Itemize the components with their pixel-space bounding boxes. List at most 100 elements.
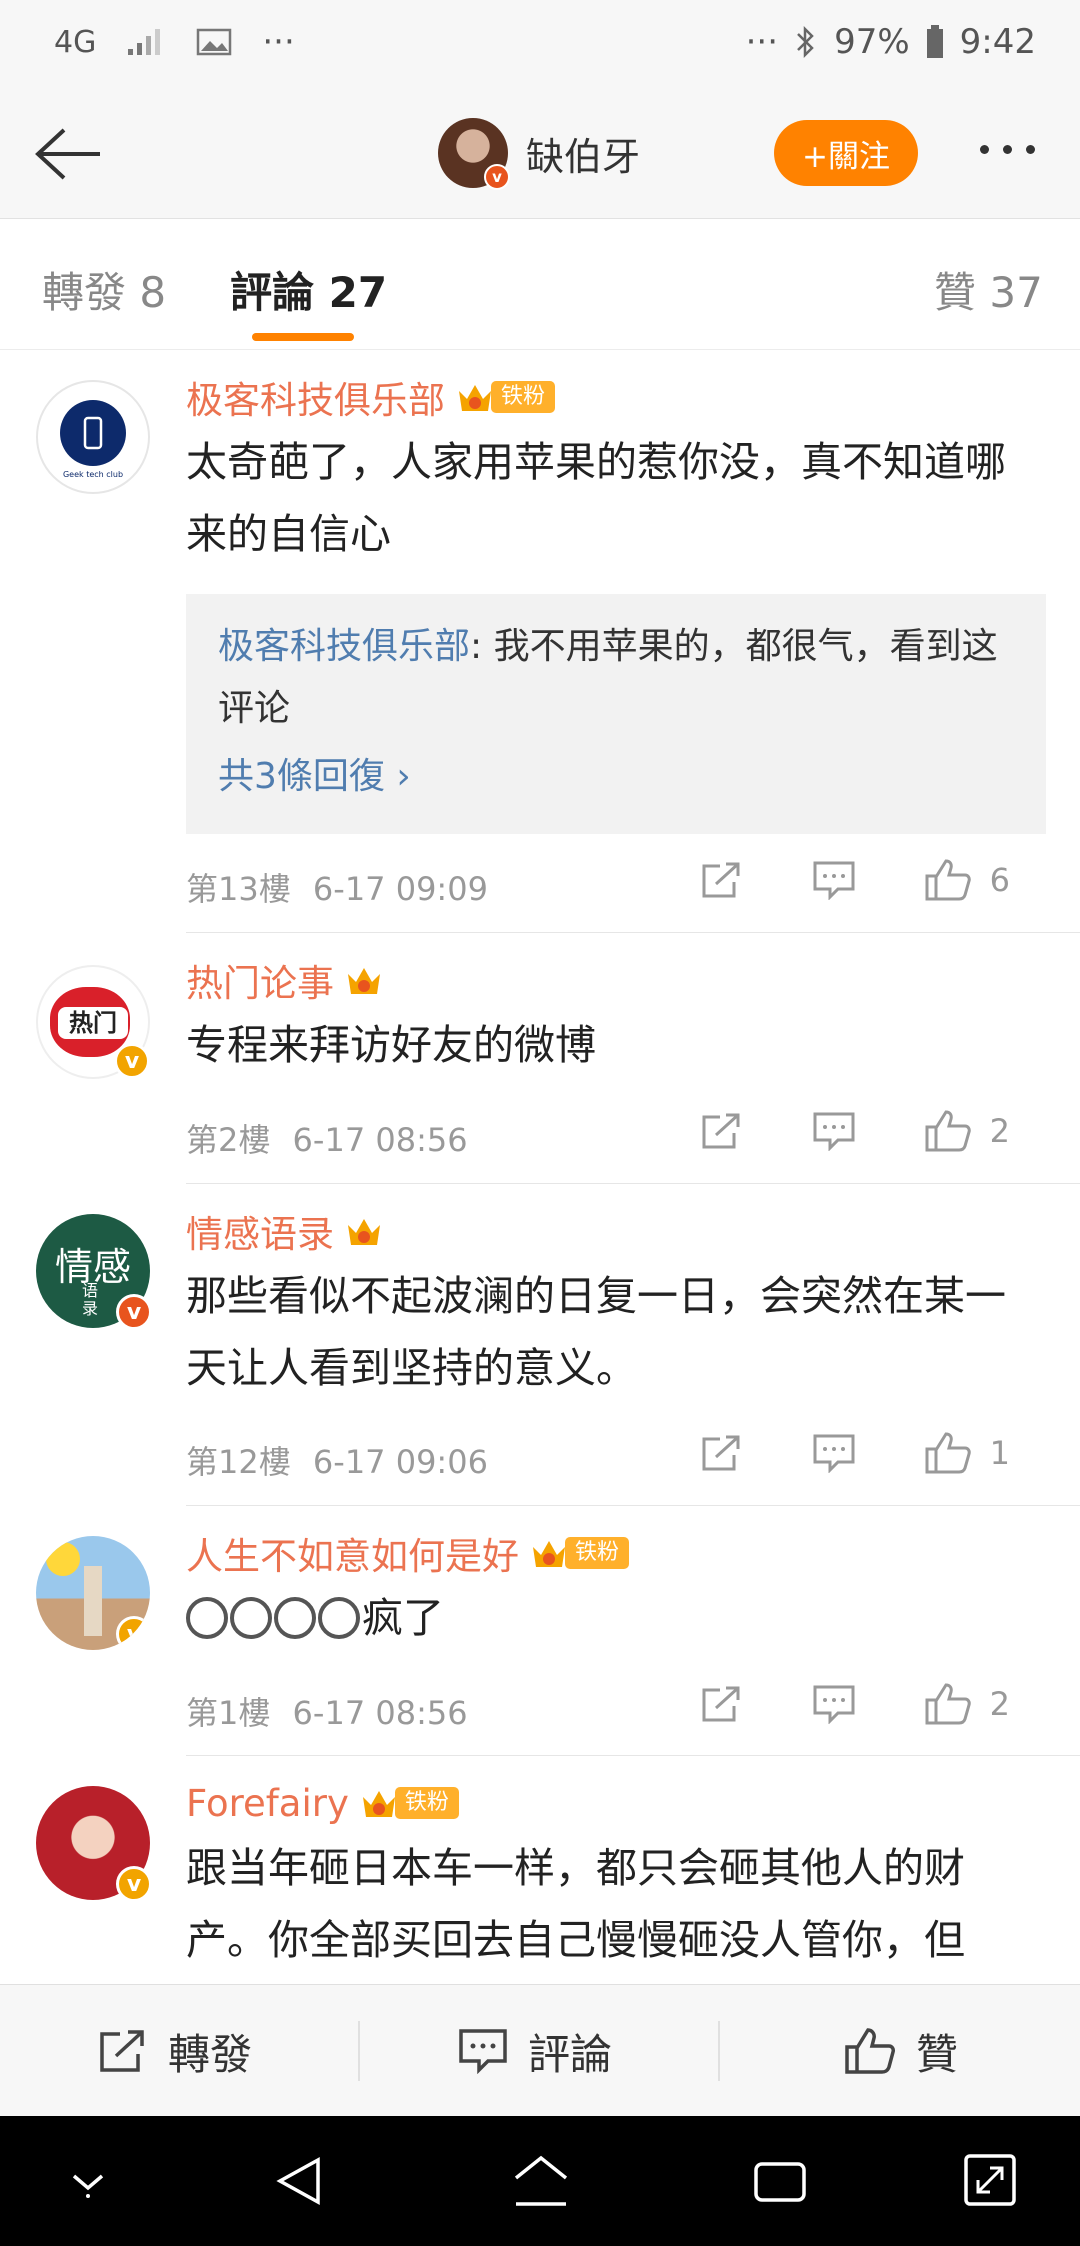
like-button[interactable]: 贊 <box>844 1985 958 2117</box>
battery-percent: 97% <box>834 22 910 62</box>
reply-author[interactable]: 极客科技俱乐部 <box>218 626 470 667</box>
comment-meta: 第12樓 6-17 09:06 1 <box>186 1432 1046 1481</box>
divider <box>186 1183 1080 1184</box>
avatar-caption: Geek tech club <box>62 470 124 479</box>
panda-emoji-icon <box>318 1597 360 1639</box>
commenter-name[interactable]: 人生不如意如何是好 <box>186 1526 519 1580</box>
comment-time: 6-17 09:09 <box>312 870 488 908</box>
tab-comments[interactable]: 評論 27 <box>230 259 387 320</box>
comment-text: 太奇葩了，人家用苹果的惹你没，真不知道哪来的自信心 <box>186 438 1006 558</box>
home-icon[interactable] <box>510 2152 572 2208</box>
floor-number: 第1樓 <box>186 1694 271 1732</box>
verified-badge-icon: v <box>484 164 510 190</box>
comment-button[interactable]: 評論 <box>458 1985 612 2117</box>
verified-badge-icon: v <box>114 1043 150 1079</box>
crown-icon <box>344 960 384 1000</box>
fan-badge: 铁粉 <box>565 1537 630 1569</box>
bottom-action-bar: 轉發 評論 贊 <box>0 1984 1080 2117</box>
share-icon[interactable] <box>700 1111 744 1151</box>
comment-icon[interactable] <box>812 1684 856 1724</box>
commenter-avatar[interactable]: 热门 v <box>36 965 150 1079</box>
repost-label: 轉發 <box>168 2029 253 2079</box>
crown-icon <box>455 377 495 417</box>
share-icon[interactable] <box>700 860 744 900</box>
reply-box[interactable]: 极客科技俱乐部: 我不用苹果的，都很气，看到这评论 共3條回復 › <box>186 594 1046 834</box>
author-name: 缺伯牙 <box>526 134 641 179</box>
author-header[interactable]: v 缺伯牙 <box>438 118 641 190</box>
clock: 9:42 <box>959 22 1036 62</box>
phone-icon <box>83 416 103 450</box>
floor-number: 第12樓 <box>186 1443 291 1481</box>
comment-item[interactable]: v Forefairy 铁粉 跟当年砸日本车一样，都只会砸其他人的财产。你全部买… <box>0 1756 1080 1984</box>
comment-text-suffix: 疯了 <box>362 1594 444 1642</box>
signal-icon <box>128 29 161 55</box>
commenter-avatar[interactable]: 情感 语录 v <box>36 1214 152 1330</box>
fan-badge: 铁粉 <box>394 1787 459 1819</box>
floor-number: 第2樓 <box>186 1121 271 1159</box>
thumbs-up-icon <box>845 2028 895 2074</box>
view-replies-link[interactable]: 共3條回復 › <box>218 746 1014 808</box>
thumbs-up-icon <box>925 1110 971 1152</box>
tab-reposts[interactable]: 轉發 8 <box>42 259 166 320</box>
verified-badge-icon: v <box>116 1866 152 1902</box>
panda-emoji-icon <box>186 1597 228 1639</box>
system-nav-bar <box>0 2116 1080 2246</box>
comment-time: 6-17 08:56 <box>292 1694 468 1732</box>
like-count: 2 <box>989 1685 1010 1723</box>
comment-icon[interactable] <box>812 1433 856 1473</box>
comment-meta: 第13樓 6-17 09:09 6 <box>186 859 1046 908</box>
divider <box>358 2021 360 2081</box>
recent-apps-icon[interactable] <box>752 2160 808 2204</box>
back-triangle-icon[interactable] <box>272 2154 326 2208</box>
divider <box>718 2021 720 2081</box>
thumbs-up-icon <box>925 1683 971 1725</box>
like-button[interactable]: 6 <box>924 858 1010 902</box>
network-indicator: 4G <box>54 24 97 60</box>
share-icon <box>100 2030 144 2072</box>
comment-icon[interactable] <box>812 1111 856 1151</box>
expand-icon[interactable] <box>962 2152 1018 2208</box>
avatar-subcaption: 语录 <box>82 1281 99 1318</box>
comment-time: 6-17 09:06 <box>312 1443 488 1481</box>
commenter-name[interactable]: Forefairy <box>186 1782 349 1825</box>
thumbs-up-icon <box>925 1432 971 1474</box>
commenter-avatar[interactable]: Geek tech club <box>36 380 150 494</box>
like-label: 贊 <box>916 2029 959 2079</box>
like-button[interactable]: 2 <box>924 1109 1010 1153</box>
commenter-name[interactable]: 热门论事 <box>186 953 334 1007</box>
author-avatar[interactable]: v <box>438 118 510 190</box>
more-options-icon[interactable] <box>980 134 1050 164</box>
tab-likes[interactable]: 贊 37 <box>934 259 1043 320</box>
follow-button[interactable]: +關注 <box>774 120 918 186</box>
battery-icon <box>926 25 943 58</box>
back-arrow-icon[interactable] <box>28 118 104 190</box>
fan-badge: 铁粉 <box>491 381 556 413</box>
panda-emoji-icon <box>230 1597 272 1639</box>
like-count: 6 <box>989 861 1010 899</box>
commenter-avatar[interactable]: v <box>36 1786 152 1902</box>
verified-badge-icon: v <box>116 1616 150 1650</box>
share-icon[interactable] <box>700 1433 744 1473</box>
crown-icon <box>359 1783 399 1823</box>
like-button[interactable]: 2 <box>924 1682 1010 1726</box>
commenter-name[interactable]: 情感语录 <box>186 1204 334 1258</box>
divider <box>186 1505 1080 1506</box>
commenter-name[interactable]: 极客科技俱乐部 <box>186 370 445 424</box>
comment-text: 疯了 <box>186 1582 1046 1654</box>
comment-time: 6-17 08:56 <box>292 1121 468 1159</box>
like-button[interactable]: 1 <box>924 1431 1010 1475</box>
share-icon[interactable] <box>700 1684 744 1724</box>
commenter-avatar[interactable]: v <box>36 1536 150 1650</box>
comment-text: 那些看似不起波澜的日复一日，会突然在某一天让人看到坚持的意义。 <box>186 1272 1006 1392</box>
verified-badge-icon: v <box>116 1294 152 1330</box>
comment-text: 跟当年砸日本车一样，都只会砸其他人的财产。你全部买回去自己慢慢砸没人管你，但 <box>186 1844 965 1964</box>
chevron-down-icon[interactable] <box>66 2166 110 2200</box>
avatar-caption: 热门 <box>58 1007 128 1039</box>
status-bar: 4G ··· ··· 97% 9:42 <box>0 0 1080 92</box>
bluetooth-icon <box>797 25 814 59</box>
comment-icon[interactable] <box>812 860 856 900</box>
comment-meta: 第1樓 6-17 08:56 2 <box>186 1683 1046 1732</box>
comment-meta: 第2樓 6-17 08:56 2 <box>186 1110 1046 1159</box>
repost-button[interactable]: 轉發 <box>98 1985 252 2117</box>
like-count: 2 <box>989 1112 1010 1150</box>
